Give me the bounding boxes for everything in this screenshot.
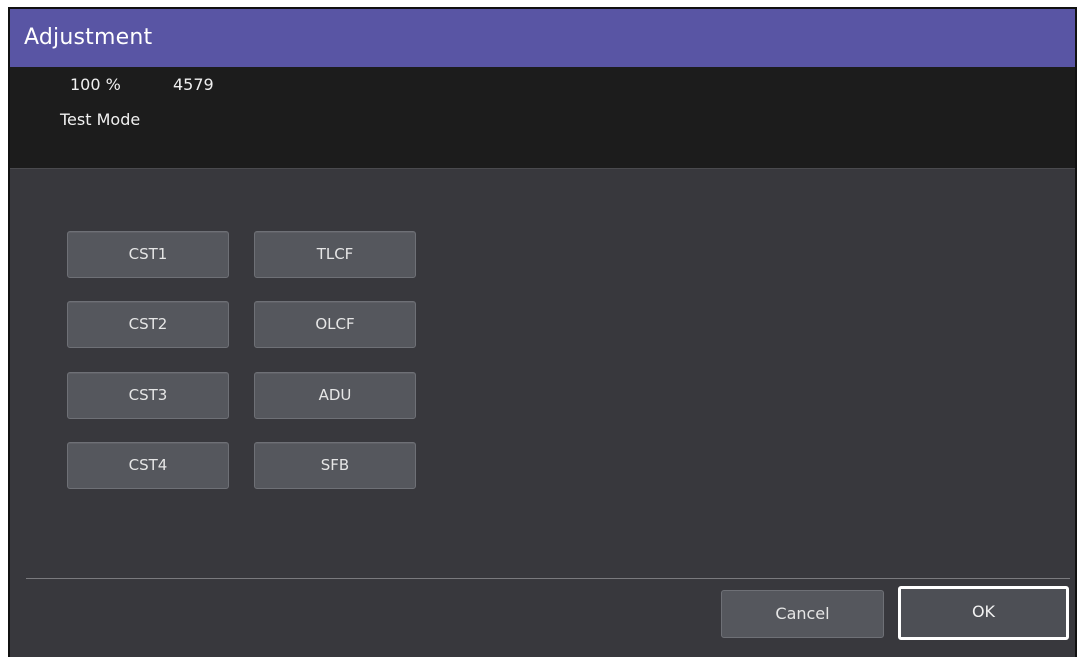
- tray-button-cst2[interactable]: CST2: [67, 301, 229, 348]
- tray-button-olcf[interactable]: OLCF: [254, 301, 416, 348]
- footer-divider: [26, 578, 1070, 579]
- cancel-button[interactable]: Cancel: [721, 590, 884, 638]
- mode-label: Test Mode: [60, 110, 141, 129]
- tray-button-cst1[interactable]: CST1: [67, 231, 229, 278]
- status-panel: 100 % 4579 Test Mode: [10, 67, 1075, 169]
- tray-button-sfb[interactable]: SFB: [254, 442, 416, 489]
- zoom-level: 100 %: [70, 75, 121, 94]
- tray-button-adu[interactable]: ADU: [254, 372, 416, 419]
- dialog-title: Adjustment: [10, 9, 1075, 67]
- tray-button-cst3[interactable]: CST3: [67, 372, 229, 419]
- copy-counter: 4579: [173, 75, 214, 94]
- ok-button[interactable]: OK: [898, 586, 1069, 640]
- adjustment-dialog: Adjustment 100 % 4579 Test Mode CST1 CST…: [8, 7, 1077, 657]
- tray-button-cst4[interactable]: CST4: [67, 442, 229, 489]
- tray-button-tlcf[interactable]: TLCF: [254, 231, 416, 278]
